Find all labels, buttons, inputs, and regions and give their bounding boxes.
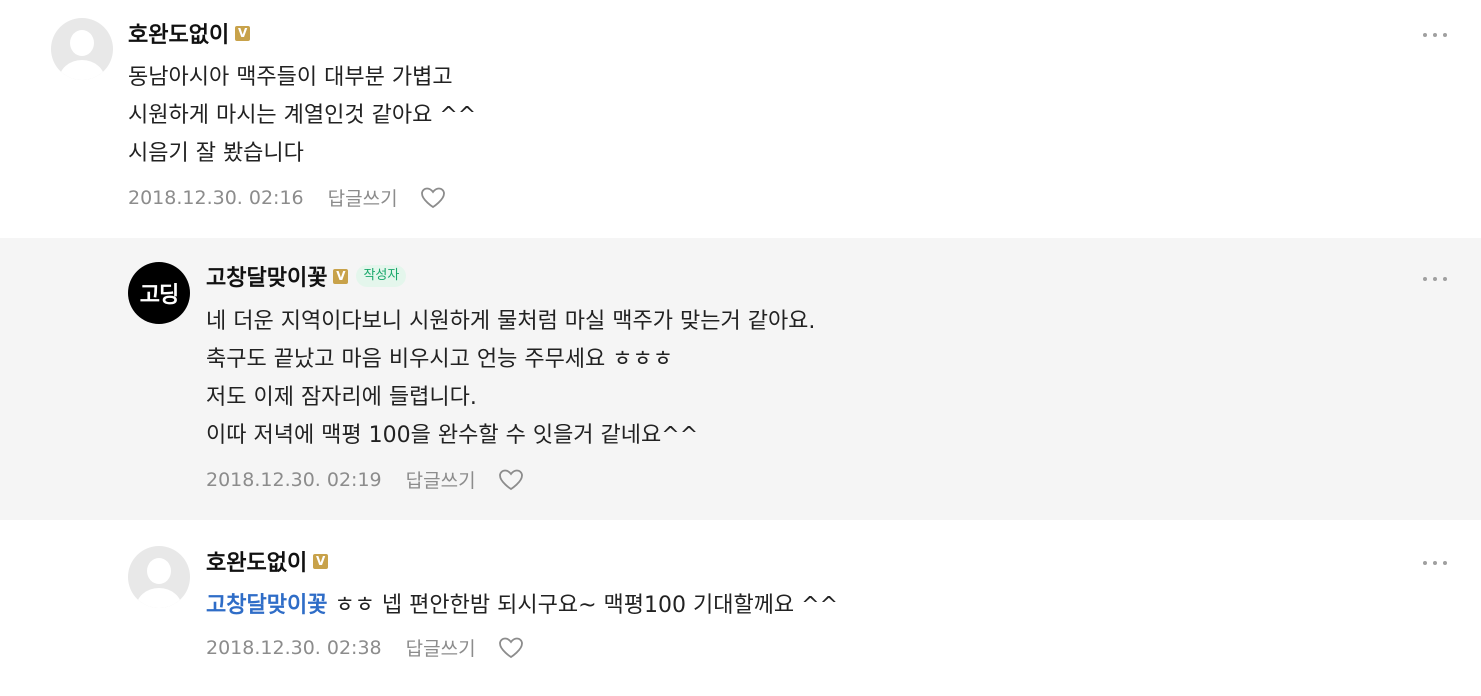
comment-line: 네 더운 지역이다보니 시원하게 물처럼 마실 맥주가 맞는거 같아요. [206, 309, 816, 334]
avatar-logo: 고딩 [139, 283, 179, 308]
reply-button[interactable]: 답글쓰기 [406, 634, 476, 661]
more-options-icon[interactable] [1423, 556, 1447, 570]
verified-badge-icon: V [235, 25, 251, 41]
reply-comment-item: 호완도없이 V 고창달맞이꽃 ㅎㅎ 넵 편안한밤 되시구요~ 맥평100 기대할… [0, 522, 1481, 696]
default-profile-icon[interactable] [128, 546, 190, 608]
brand-logo-icon[interactable]: 고딩 [128, 262, 190, 324]
comment-item: 호완도없이 V 동남아시아 맥주들이 대부분 가볍고 시원하게 마시는 계열인것… [0, 0, 1481, 236]
more-options-icon[interactable] [1423, 272, 1447, 286]
comment-timestamp: 2018.12.30. 02:19 [206, 468, 382, 491]
comment-timestamp: 2018.12.30. 02:16 [128, 186, 304, 209]
heart-icon[interactable] [420, 186, 446, 210]
comment-line: 축구도 끝났고 마음 비우시고 언능 주무세요 ㅎㅎㅎ [206, 347, 674, 372]
comment-line: ㅎㅎ 넵 편안한밤 되시구요~ 맥평100 기대할께요 ^^ [327, 593, 839, 618]
reply-button[interactable]: 답글쓰기 [328, 184, 398, 211]
comment-line: 저도 이제 잠자리에 들렵니다. [206, 385, 477, 410]
verified-badge-icon: V [313, 553, 329, 569]
reply-button[interactable]: 답글쓰기 [406, 466, 476, 493]
comment-text: 네 더운 지역이다보니 시원하게 물처럼 마실 맥주가 맞는거 같아요. 축구도… [206, 303, 815, 455]
author-tag: 작성자 [356, 265, 407, 287]
heart-icon[interactable] [498, 468, 524, 492]
comment-author[interactable]: 고창달맞이꽃 [206, 260, 327, 292]
heart-icon[interactable] [498, 636, 524, 660]
verified-badge-icon: V [333, 268, 349, 284]
comment-timestamp: 2018.12.30. 02:38 [206, 636, 382, 659]
comment-line: 시원하게 마시는 계열인것 같아요 ^^ [128, 103, 477, 128]
comment-text: 고창달맞이꽃 ㅎㅎ 넵 편안한밤 되시구요~ 맥평100 기대할께요 ^^ [206, 587, 838, 625]
comment-line: 시음기 잘 봤습니다 [128, 141, 304, 166]
mention-link[interactable]: 고창달맞이꽃 [206, 593, 327, 618]
comment-text: 동남아시아 맥주들이 대부분 가볍고 시원하게 마시는 계열인것 같아요 ^^ … [128, 59, 476, 173]
more-options-icon[interactable] [1423, 28, 1447, 42]
reply-comment-item: 고딩 고창달맞이꽃 V 작성자 네 더운 지역이다보니 시원하게 물처럼 마실 … [0, 238, 1481, 520]
comment-author[interactable]: 호완도없이 [206, 545, 307, 577]
comment-line: 이따 저녁에 맥평 100을 완수할 수 잇을거 같네요^^ [206, 423, 699, 448]
comment-line: 동남아시아 맥주들이 대부분 가볍고 [128, 65, 453, 90]
default-profile-icon[interactable] [51, 18, 113, 80]
comment-author[interactable]: 호완도없이 [128, 17, 229, 49]
